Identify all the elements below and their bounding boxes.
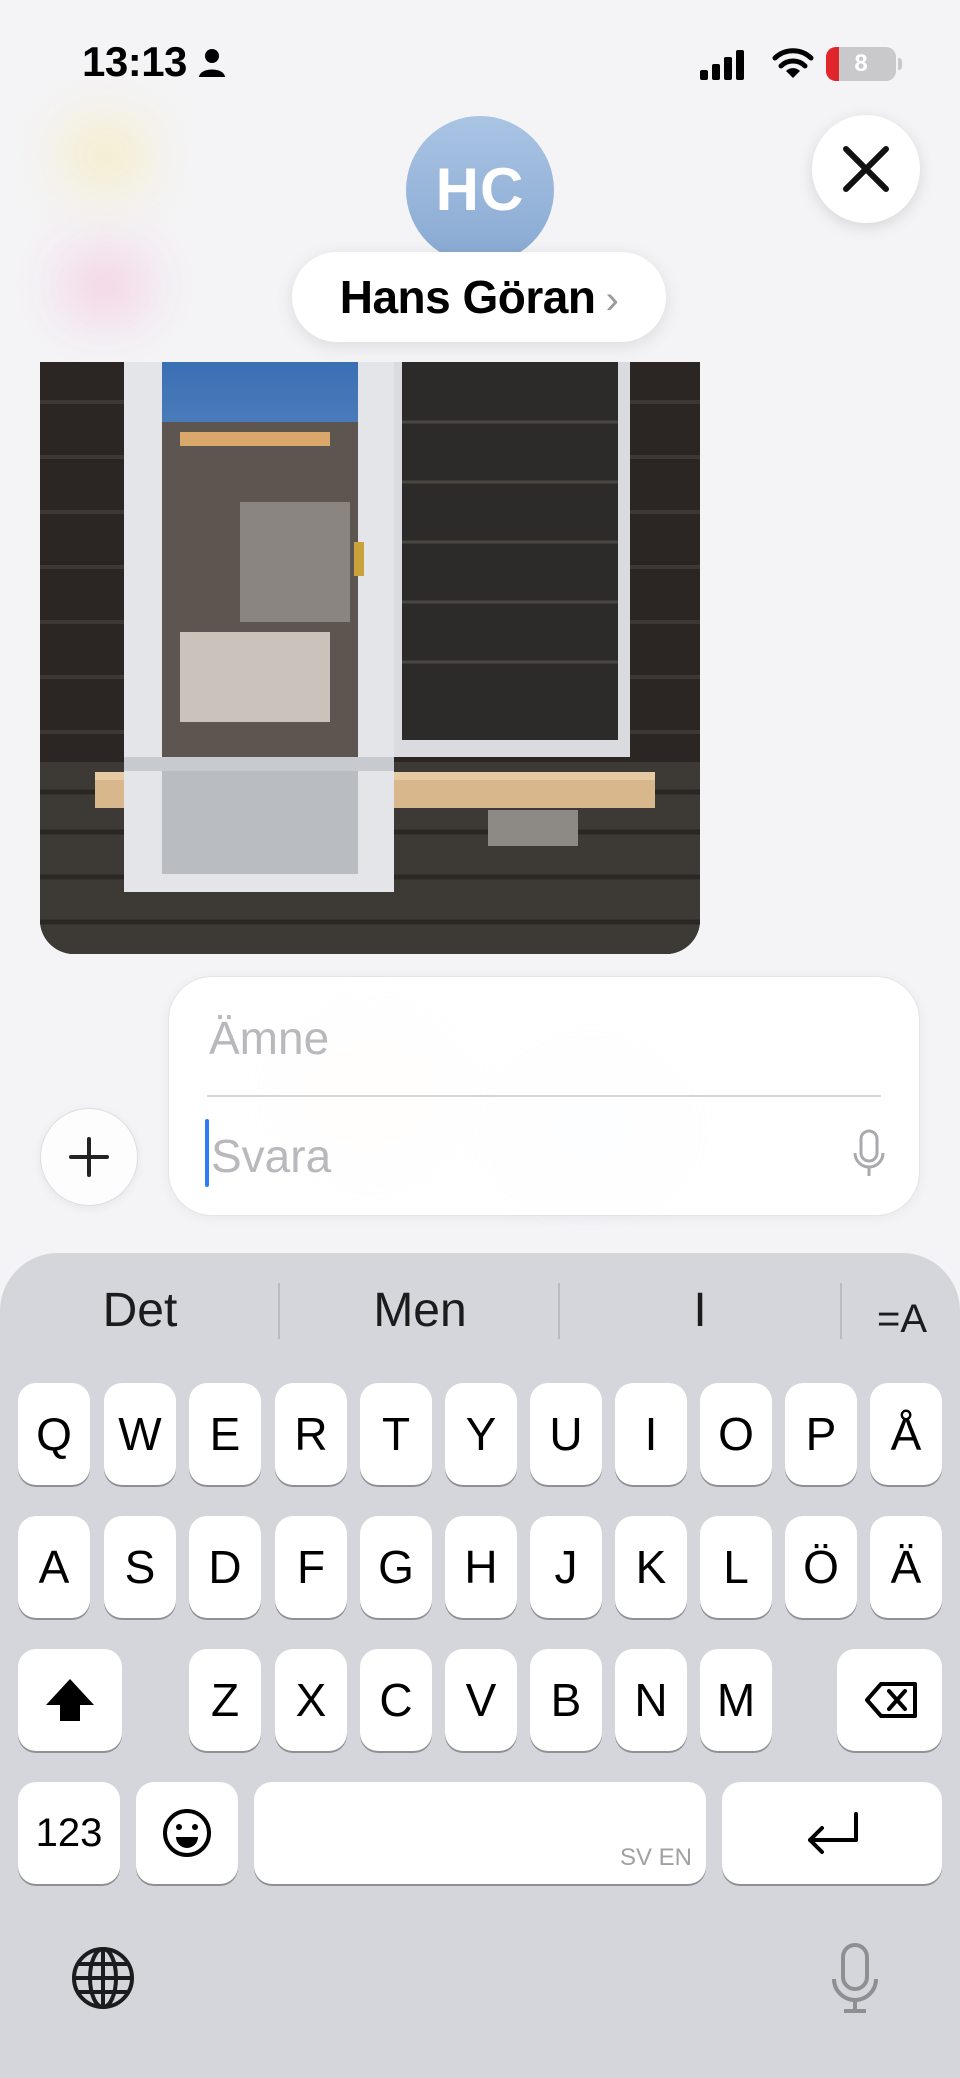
key-o[interactable]: O: [700, 1383, 772, 1485]
key-a-ring[interactable]: Å: [870, 1383, 942, 1485]
key-r[interactable]: R: [275, 1383, 347, 1485]
subject-input[interactable]: Ämne: [209, 1011, 329, 1065]
background-blur-pink: [60, 250, 150, 320]
emoji-icon: [163, 1809, 211, 1857]
compose-box: Ämne Svara: [168, 976, 920, 1216]
numbers-key[interactable]: 123: [18, 1782, 120, 1884]
suggestion-separator: [558, 1283, 560, 1339]
backspace-icon: [865, 1682, 917, 1718]
key-n[interactable]: N: [615, 1649, 687, 1751]
shift-icon: [46, 1679, 94, 1721]
key-y[interactable]: Y: [445, 1383, 517, 1485]
message-photo[interactable]: [40, 362, 700, 954]
suggestion-1[interactable]: Det: [40, 1279, 240, 1343]
add-attachment-button[interactable]: [40, 1108, 138, 1206]
text-cursor: [205, 1119, 209, 1187]
globe-icon[interactable]: [70, 1945, 136, 2011]
battery-icon: 8: [826, 47, 896, 81]
suggestion-separator: [840, 1283, 842, 1339]
key-t[interactable]: T: [360, 1383, 432, 1485]
key-b[interactable]: B: [530, 1649, 602, 1751]
photo-image: [40, 362, 700, 954]
text-format-icon[interactable]: =A: [862, 1287, 942, 1351]
key-u[interactable]: U: [530, 1383, 602, 1485]
background-blur-yellow: [60, 120, 150, 190]
shift-key[interactable]: [18, 1649, 122, 1751]
key-s[interactable]: S: [104, 1516, 176, 1618]
signal-icon: [700, 50, 744, 80]
key-q[interactable]: Q: [18, 1383, 90, 1485]
key-h[interactable]: H: [445, 1516, 517, 1618]
key-g[interactable]: G: [360, 1516, 432, 1618]
key-w[interactable]: W: [104, 1383, 176, 1485]
suggestion-2[interactable]: Men: [320, 1279, 520, 1343]
key-j[interactable]: J: [530, 1516, 602, 1618]
person-icon: [199, 49, 225, 77]
contact-avatar[interactable]: HC: [406, 116, 554, 264]
microphone-icon[interactable]: [853, 1129, 885, 1179]
key-e[interactable]: E: [189, 1383, 261, 1485]
key-f[interactable]: F: [275, 1516, 347, 1618]
key-i[interactable]: I: [615, 1383, 687, 1485]
suggestion-separator: [278, 1283, 280, 1339]
key-k[interactable]: K: [615, 1516, 687, 1618]
key-a-umlaut[interactable]: Ä: [870, 1516, 942, 1618]
plus-icon: [69, 1137, 109, 1177]
battery-level: 8: [854, 50, 868, 77]
suggestion-3[interactable]: I: [600, 1279, 800, 1343]
key-m[interactable]: M: [700, 1649, 772, 1751]
status-bar: 13:13 8: [0, 0, 960, 120]
key-a[interactable]: A: [18, 1516, 90, 1618]
key-o-umlaut[interactable]: Ö: [785, 1516, 857, 1618]
key-v[interactable]: V: [445, 1649, 517, 1751]
emoji-key[interactable]: [136, 1782, 238, 1884]
backspace-key[interactable]: [837, 1649, 942, 1751]
compose-divider: [207, 1095, 881, 1097]
close-button[interactable]: [812, 115, 920, 223]
space-key[interactable]: SV EN: [254, 1782, 706, 1884]
key-p[interactable]: P: [785, 1383, 857, 1485]
status-time: 13:13: [82, 38, 187, 85]
key-c[interactable]: C: [360, 1649, 432, 1751]
key-x[interactable]: X: [275, 1649, 347, 1751]
reply-input[interactable]: Svara: [211, 1129, 331, 1183]
space-language-hint: SV EN: [619, 1844, 692, 1871]
key-d[interactable]: D: [189, 1516, 261, 1618]
keyboard: Det Men I =A Q W E R T Y U I O P Å A S D…: [0, 1253, 960, 2078]
close-icon: [843, 146, 889, 192]
wifi-icon: [772, 48, 814, 78]
contact-name: Hans Göran: [339, 271, 596, 323]
key-l[interactable]: L: [700, 1516, 772, 1618]
key-z[interactable]: Z: [189, 1649, 261, 1751]
return-key[interactable]: [722, 1782, 942, 1884]
battery-cap: [898, 58, 902, 70]
return-icon: [808, 1812, 858, 1854]
chevron-right-icon: ›: [605, 278, 619, 322]
contact-name-button[interactable]: Hans Göran ›: [292, 252, 666, 342]
microphone-icon[interactable]: [830, 1943, 880, 2015]
